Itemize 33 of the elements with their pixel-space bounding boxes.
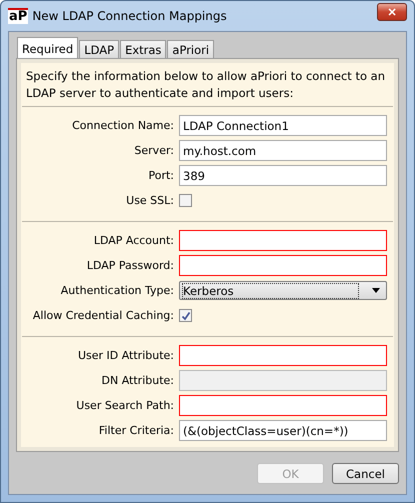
field-label: Connection Name: xyxy=(71,119,174,132)
field-label: Use SSL: xyxy=(125,194,174,207)
tab[interactable]: Extras xyxy=(120,40,166,58)
tab[interactable]: LDAP xyxy=(79,40,120,58)
field-label: User Search Path: xyxy=(75,399,174,412)
field-label: User ID Attribute: xyxy=(76,349,174,362)
field-label: LDAP Password: xyxy=(86,259,174,272)
app-logo: aP xyxy=(8,8,28,24)
input-field[interactable] xyxy=(179,395,387,416)
window-title: New LDAP Connection Mappings xyxy=(32,9,228,23)
input-field[interactable] xyxy=(179,230,387,251)
tab[interactable]: Required xyxy=(17,37,78,58)
field-label: Authentication Type: xyxy=(60,284,174,297)
field-label: Allow Credential Caching: xyxy=(32,309,174,322)
caret-icon xyxy=(372,288,380,293)
tab[interactable]: aPriori xyxy=(167,40,214,58)
close-button[interactable]: ✕ xyxy=(377,3,407,21)
checkbox[interactable] xyxy=(179,309,192,322)
input-field[interactable]: my.host.com xyxy=(179,140,387,161)
field-label: LDAP Account: xyxy=(92,234,174,247)
field-label: Server: xyxy=(133,144,174,157)
dropdown[interactable]: Kerberos xyxy=(179,281,387,300)
input-field[interactable] xyxy=(179,255,387,276)
dialog-button[interactable]: Cancel xyxy=(332,463,399,484)
input-field[interactable]: LDAP Connection1 xyxy=(179,115,387,136)
field-label: Port: xyxy=(147,169,174,182)
input-field[interactable] xyxy=(179,345,387,366)
input-field[interactable]: 389 xyxy=(179,165,387,186)
input-field[interactable]: (&(objectClass=user)(cn=*)) xyxy=(179,420,387,441)
intro-text: Specify the information below to allow aPriori to connect to an LDAP server to authenticate and import users: xyxy=(26,68,386,102)
field-label: Filter Criteria: xyxy=(98,424,174,437)
checkbox[interactable] xyxy=(179,194,192,207)
field-label: DN Attribute: xyxy=(100,374,174,387)
